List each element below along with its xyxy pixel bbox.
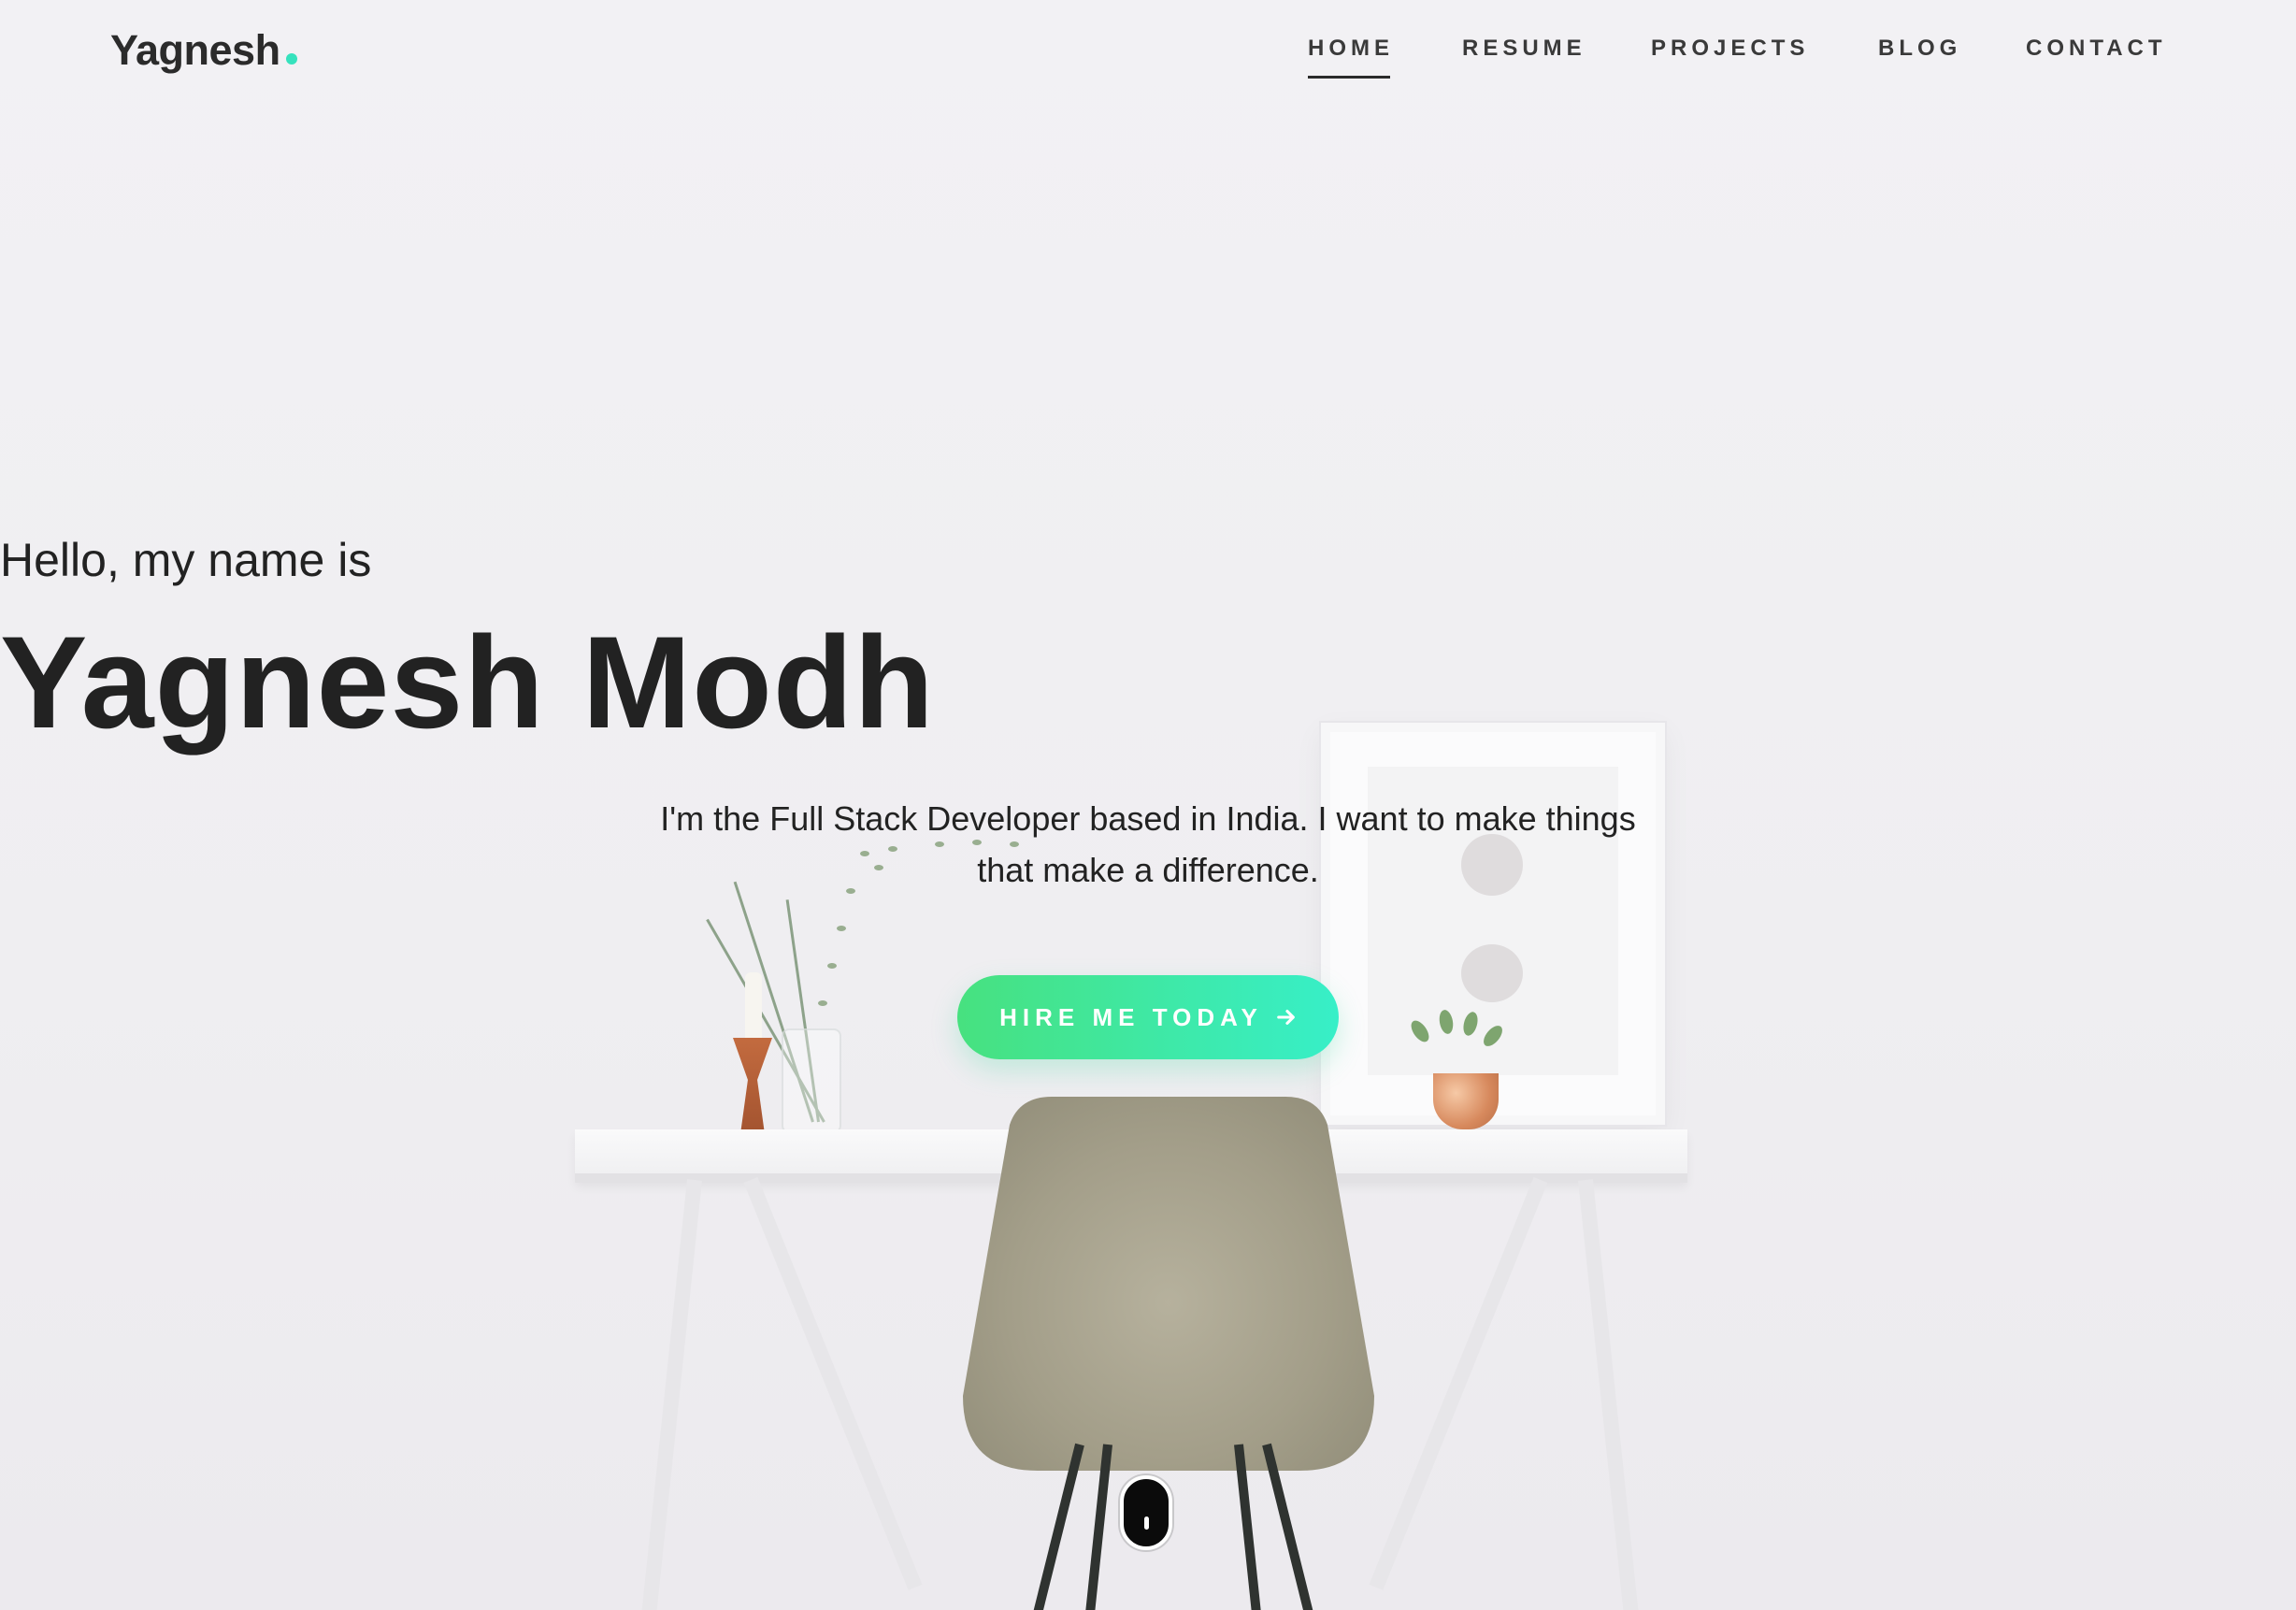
chair-shell — [963, 1097, 1374, 1471]
hero-name: Yagnesh Modh — [0, 609, 935, 755]
hire-me-button[interactable]: HIRE ME TODAY — [957, 975, 1339, 1059]
desk-edge — [575, 1173, 1687, 1183]
picture-frame — [1321, 723, 1665, 1125]
nav-resume[interactable]: RESUME — [1462, 34, 1586, 64]
desk-leg — [1578, 1179, 1640, 1610]
arrow-right-icon — [1276, 1007, 1297, 1028]
chair-leg — [1083, 1444, 1112, 1610]
plant-stem — [706, 918, 825, 1123]
desk-leg — [1369, 1177, 1548, 1590]
site-logo[interactable]: Yagnesh — [110, 26, 297, 75]
plant-stem — [785, 899, 820, 1123]
hero-greeting: Hello, my name is — [0, 534, 372, 586]
mouse-wheel — [1144, 1517, 1149, 1530]
succulent-leaf — [1437, 1008, 1456, 1036]
plant-leaf — [837, 926, 846, 931]
hire-me-label: HIRE ME TODAY — [999, 1002, 1263, 1031]
page: Yagnesh HOME RESUME PROJECTS BLOG CONTAC… — [0, 0, 2296, 1610]
copper-pot — [1433, 1073, 1499, 1129]
nav-home[interactable]: HOME — [1308, 34, 1394, 79]
desk-top — [575, 1129, 1687, 1182]
hero-tagline: I'm the Full Stack Developer based in In… — [660, 799, 1636, 889]
nav-contact[interactable]: CONTACT — [2026, 34, 2167, 64]
logo-dot-icon — [285, 53, 297, 65]
chair-leg — [1234, 1444, 1263, 1610]
glass-vase — [782, 1028, 841, 1133]
nav-blog[interactable]: BLOG — [1878, 34, 1961, 64]
candle — [745, 972, 762, 1040]
plant-leaf — [818, 1000, 827, 1006]
plant-leaf — [827, 963, 837, 969]
mouse-scroll-icon[interactable] — [1120, 1475, 1172, 1550]
succulent-leaf — [1460, 1010, 1481, 1038]
candle-holder — [733, 1038, 772, 1131]
desk-leg — [640, 1179, 702, 1610]
chair-leg — [1262, 1443, 1317, 1610]
plant-stem — [733, 881, 814, 1123]
chair-leg — [1029, 1443, 1084, 1610]
art-circle — [1461, 944, 1523, 1002]
desk-leg — [743, 1177, 923, 1590]
succulent-leaf — [1480, 1022, 1506, 1050]
nav-projects[interactable]: PROJECTS — [1651, 34, 1809, 64]
logo-text: Yagnesh — [110, 26, 280, 74]
succulent-leaf — [1407, 1017, 1433, 1045]
